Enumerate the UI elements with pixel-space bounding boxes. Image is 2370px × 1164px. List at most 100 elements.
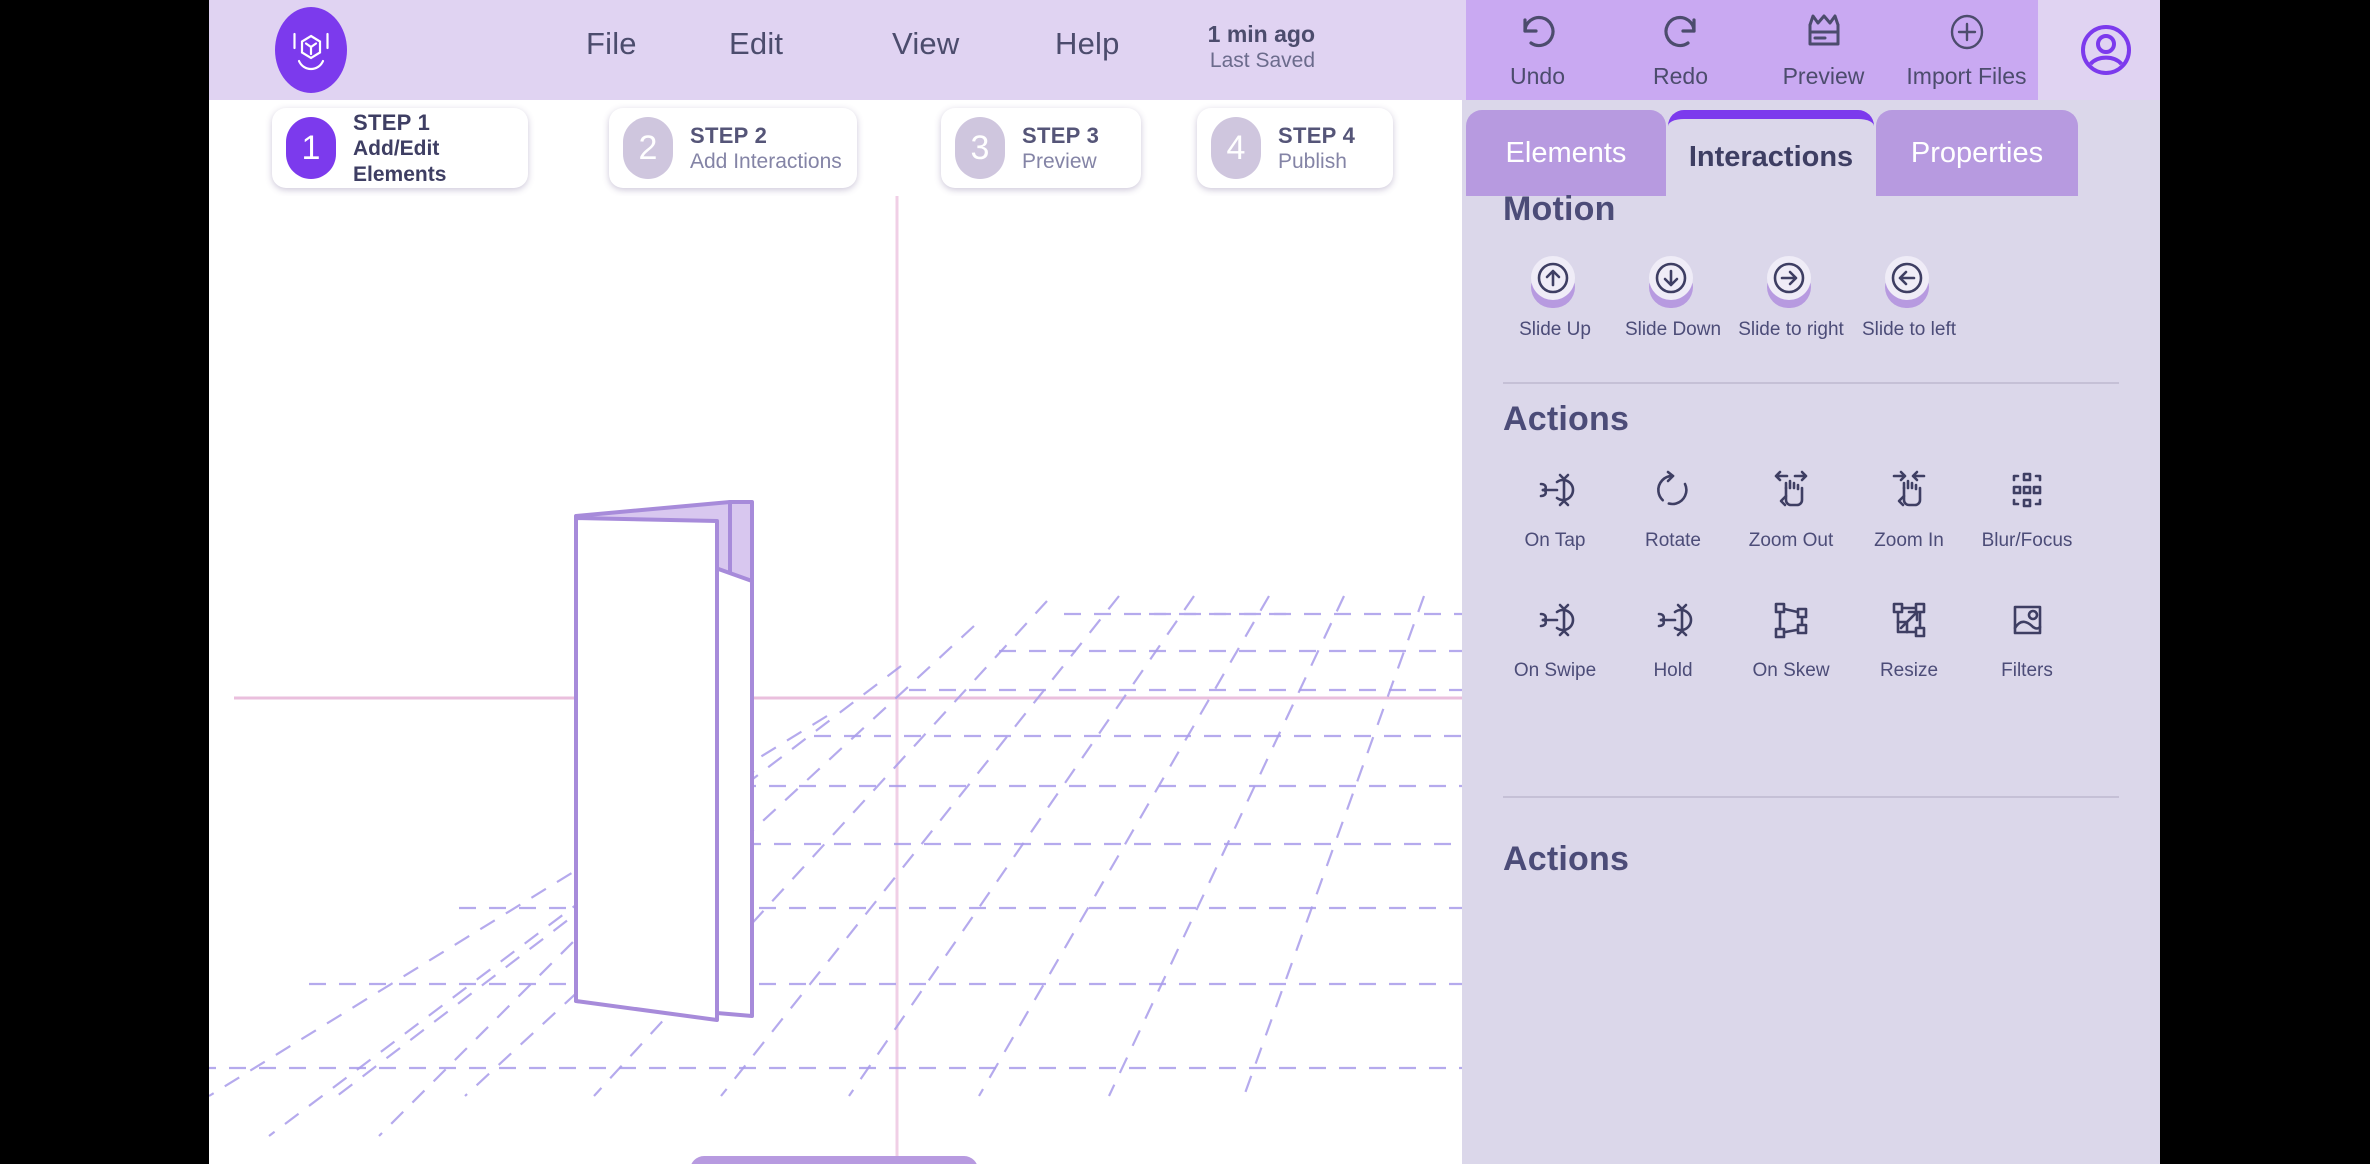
zoom-out-gesture-icon [1767, 466, 1815, 519]
step-subtitle-4: Publish [1278, 149, 1355, 175]
action-on-tap-label: On Tap [1525, 530, 1586, 552]
action-hold[interactable]: Hold [1614, 596, 1732, 682]
action-blur-focus[interactable]: Blur/Focus [1968, 466, 2086, 552]
step-title-4: STEP 4 [1278, 122, 1355, 149]
arrow-right-circle-icon [1765, 256, 1817, 308]
motion-section: Motion Slide Up [1462, 190, 2160, 341]
action-rotate-label: Rotate [1645, 530, 1701, 552]
motion-slide-down-label: Slide Down [1625, 319, 1721, 341]
preview-icon [1801, 11, 1847, 58]
step-badge-1: 1 [286, 117, 336, 179]
perspective-grid-rows [209, 614, 1462, 1068]
preview-label: Preview [1783, 63, 1865, 90]
swipe-gesture-icon [1531, 596, 1579, 649]
motion-slide-up-label: Slide Up [1519, 319, 1591, 341]
step-title-1: STEP 1 [353, 109, 528, 136]
action-hold-label: Hold [1653, 660, 1692, 682]
divider-2 [1503, 796, 2119, 798]
motion-slide-left[interactable]: Slide to left [1850, 256, 1968, 341]
step-badge-4: 4 [1211, 117, 1261, 179]
save-label: Last Saved [1115, 48, 1315, 74]
step-subtitle-3: Preview [1022, 149, 1099, 175]
preview-button[interactable]: Preview [1756, 11, 1891, 90]
rotate-icon [1649, 466, 1697, 519]
step-title-3: STEP 3 [1022, 122, 1099, 149]
action-zoom-in-label: Zoom In [1874, 530, 1944, 552]
arrow-left-circle-icon [1883, 256, 1935, 308]
menu-edit[interactable]: Edit [729, 26, 783, 62]
action-on-tap[interactable]: On Tap [1496, 466, 1614, 552]
motion-slide-right[interactable]: Slide to right [1732, 256, 1850, 341]
actions-grid-row2: On Swipe Hold [1462, 596, 2160, 682]
step-tabs: 1 STEP 1 Add/Edit Elements 2 STEP 2 Add … [209, 100, 1442, 196]
action-zoom-in[interactable]: Zoom In [1850, 466, 1968, 552]
step-subtitle-1: Add/Edit Elements [353, 136, 528, 188]
save-status: 1 min ago Last Saved [1115, 20, 1315, 74]
undo-icon [1515, 11, 1561, 58]
action-zoom-out-label: Zoom Out [1749, 530, 1833, 552]
toolbar-actions: Undo Redo [1466, 0, 2038, 100]
tab-properties[interactable]: Properties [1876, 110, 2078, 196]
step-subtitle-2: Add Interactions [690, 149, 842, 175]
actions-section-2: Actions [1462, 840, 2160, 879]
right-panel: Elements Interactions Properties Motion … [1462, 100, 2160, 1164]
redo-icon [1658, 11, 1704, 58]
action-on-skew-label: On Skew [1752, 660, 1829, 682]
blur-focus-icon [2003, 466, 2051, 519]
save-time: 1 min ago [1115, 20, 1315, 48]
resize-icon [1885, 596, 1933, 649]
app-logo[interactable] [275, 7, 347, 93]
redo-label: Redo [1653, 63, 1708, 90]
step-tab-3[interactable]: 3 STEP 3 Preview [941, 108, 1141, 188]
top-menu-bar: File Edit View Help 1 min ago Last Saved… [209, 0, 2160, 100]
step-tab-4[interactable]: 4 STEP 4 Publish [1197, 108, 1393, 188]
cube-logo-icon [288, 23, 334, 78]
editor-canvas[interactable]: Edit Inside Card Finished Step 1? Ready … [209, 196, 1462, 1164]
plus-circle-icon [1944, 11, 1990, 58]
menu-file[interactable]: File [586, 26, 637, 62]
actions-title-2: Actions [1503, 840, 2160, 879]
action-resize[interactable]: Resize [1850, 596, 1968, 682]
panel-tabs: Elements Interactions Properties [1462, 100, 2160, 196]
motion-slide-up[interactable]: Slide Up [1496, 256, 1614, 341]
step-tab-1[interactable]: 1 STEP 1 Add/Edit Elements [272, 108, 528, 188]
action-on-skew[interactable]: On Skew [1732, 596, 1850, 682]
image-filters-icon [2003, 596, 2051, 649]
step-badge-3: 3 [955, 117, 1005, 179]
actions-title: Actions [1503, 400, 2160, 439]
undo-button[interactable]: Undo [1470, 11, 1605, 90]
menu-help[interactable]: Help [1055, 26, 1120, 62]
action-filters-label: Filters [2001, 660, 2053, 682]
tap-gesture-icon [1531, 466, 1579, 519]
motion-slide-down[interactable]: Slide Down [1614, 256, 1732, 341]
tab-elements[interactable]: Elements [1466, 110, 1666, 196]
arrow-up-circle-icon [1529, 256, 1581, 308]
tab-interactions[interactable]: Interactions [1668, 110, 1874, 196]
action-filters[interactable]: Filters [1968, 596, 2086, 682]
perspective-grid-diagonals [209, 596, 1424, 1136]
import-files-button[interactable]: Import Files [1899, 11, 2034, 90]
action-on-swipe[interactable]: On Swipe [1496, 596, 1614, 682]
actions-section: Actions On Tap [1462, 400, 2160, 682]
user-avatar-icon[interactable] [2074, 18, 2138, 82]
actions-grid-row1: On Tap Rotate [1462, 466, 2160, 552]
hold-gesture-icon [1649, 596, 1697, 649]
card-spine-face [730, 502, 752, 581]
step-tab-2[interactable]: 2 STEP 2 Add Interactions [609, 108, 857, 188]
redo-button[interactable]: Redo [1613, 11, 1748, 90]
action-zoom-out[interactable]: Zoom Out [1732, 466, 1850, 552]
action-blur-focus-label: Blur/Focus [1982, 530, 2073, 552]
action-resize-label: Resize [1880, 660, 1938, 682]
app-window: File Edit View Help 1 min ago Last Saved… [209, 0, 2160, 1164]
motion-grid: Slide Up Slide Down [1462, 256, 2160, 341]
step-badge-2: 2 [623, 117, 673, 179]
next-step-tooltip[interactable]: Finished Step 1? Ready to move to Step 2 [690, 1156, 978, 1164]
action-rotate[interactable]: Rotate [1614, 466, 1732, 552]
divider-1 [1503, 382, 2119, 384]
card-front-leaf [576, 518, 717, 1020]
action-on-swipe-label: On Swipe [1514, 660, 1596, 682]
import-files-label: Import Files [1906, 63, 2026, 90]
motion-slide-left-label: Slide to left [1862, 319, 1956, 341]
zoom-in-gesture-icon [1885, 466, 1933, 519]
menu-view[interactable]: View [892, 26, 959, 62]
